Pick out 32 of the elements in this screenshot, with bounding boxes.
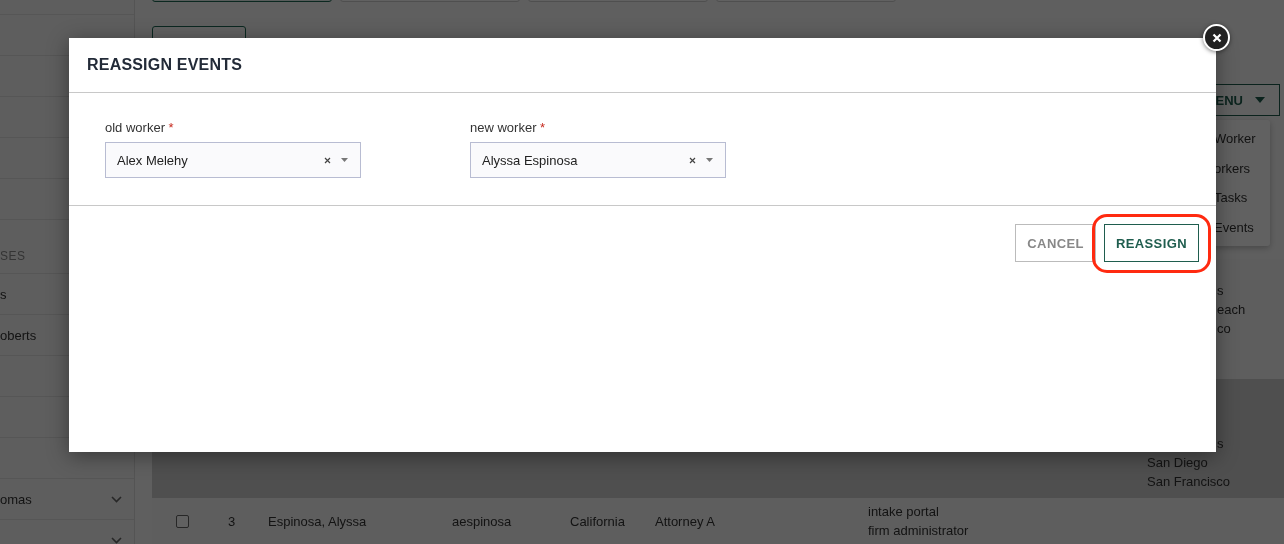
caret-icon: [341, 158, 348, 162]
table-cell-text: s: [1216, 282, 1225, 300]
sidebar-item-label: oberts: [0, 327, 37, 343]
table-cell-text: intake portal firm administrator: [868, 503, 970, 540]
select-field[interactable]: Alex Melehy: [105, 142, 361, 178]
dialog-title: REASSIGN EVENTS: [87, 56, 243, 74]
close-icon: [1211, 32, 1222, 43]
sidebar-item-label: omas: [0, 491, 32, 507]
sidebar-item[interactable]: omas: [0, 479, 134, 520]
table-cell-text: California: [570, 512, 625, 531]
table-cell-text: Espinosa, Alyssa: [268, 512, 367, 531]
field-label: old worker *: [105, 120, 175, 135]
select-field[interactable]: Alyssa Espinosa: [470, 142, 726, 178]
row-checkbox[interactable]: [176, 514, 189, 528]
table-cell-text: 3: [228, 512, 236, 531]
close-button[interactable]: [1203, 24, 1230, 51]
table-cell-text: aespinosa: [452, 512, 512, 531]
reassign-button[interactable]: REASSIGN: [1103, 224, 1199, 262]
caret-icon: [706, 158, 713, 162]
table-cell-text: Attorney A: [655, 512, 715, 531]
sidebar-item-label: s: [0, 286, 7, 302]
cancel-button[interactable]: CANCEL: [1015, 224, 1096, 262]
clear-icon[interactable]: [324, 156, 331, 164]
table-cell-text: co: [1216, 320, 1232, 338]
table-cell-text: each: [1216, 301, 1247, 319]
caret-icon: [1255, 97, 1265, 103]
clear-icon[interactable]: [689, 156, 696, 164]
chevron-icon: [111, 495, 122, 503]
field-label: new worker *: [470, 120, 547, 135]
table-cell-text: San Francisco: [1147, 473, 1232, 491]
chevron-icon: [111, 536, 122, 544]
table-cell-text: San Diego: [1147, 454, 1209, 472]
